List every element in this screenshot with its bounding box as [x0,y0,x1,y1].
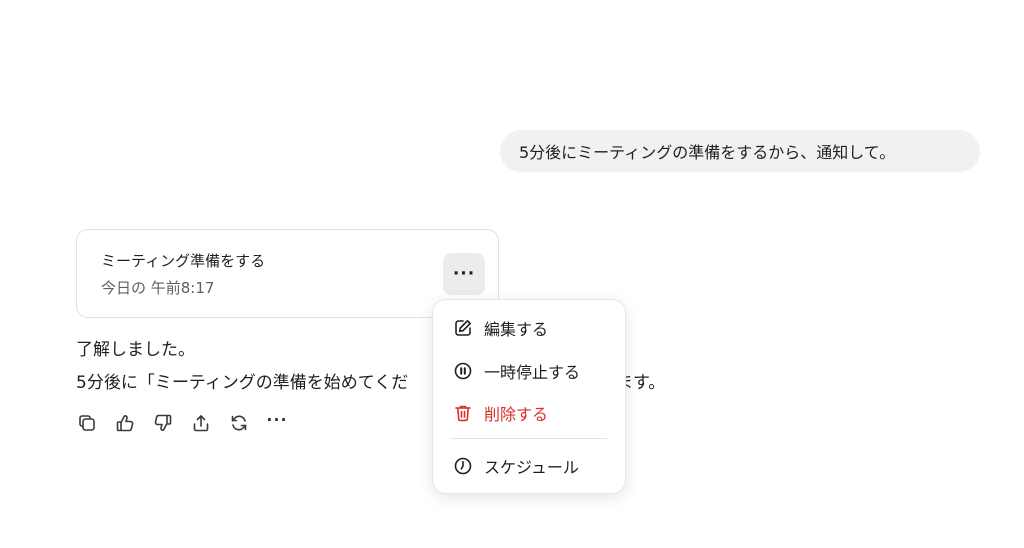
message-action-bar: ··· [76,412,304,434]
menu-item-delete[interactable]: 削除する [453,399,548,427]
chat-page: 5分後にミーティングの準備をするから、通知して。 ミーティング準備をする 今日の… [0,0,1024,548]
menu-item-label: 削除する [484,405,549,424]
task-title: ミーティング準備をする [101,252,266,270]
menu-item-edit[interactable]: 編集する [453,314,548,342]
trash-icon [453,403,473,423]
task-options-menu: 編集する 一時停止する 削除する スケジュール [432,299,626,494]
menu-item-pause[interactable]: 一時停止する [453,357,580,385]
more-options-button[interactable]: ··· [266,412,288,434]
assistant-reply-line-1: 了解しました。 [76,340,195,360]
menu-item-label: スケジュール [484,458,579,477]
share-icon[interactable] [190,412,212,434]
task-time: 今日の 午前8:17 [101,279,215,297]
regenerate-icon[interactable] [228,412,250,434]
pause-icon [453,361,473,381]
user-message-text: 5分後にミーティングの準備をするから、通知して。 [519,143,896,162]
menu-item-label: 編集する [484,320,549,339]
clock-icon [453,456,473,476]
thumbs-up-icon[interactable] [114,412,136,434]
menu-item-schedule[interactable]: スケジュール [453,452,579,480]
user-message-bubble: 5分後にミーティングの準備をするから、通知して。 [500,130,980,172]
assistant-reply-line-2: 5分後に「ミーティングの準備を始めてくだ [76,373,409,393]
more-icon: ··· [266,410,288,429]
more-icon: ··· [452,263,476,284]
thumbs-down-icon[interactable] [152,412,174,434]
menu-divider [451,438,607,439]
task-more-button[interactable]: ··· [443,253,485,295]
menu-item-label: 一時停止する [484,363,581,382]
edit-icon [453,318,473,338]
copy-icon[interactable] [76,412,98,434]
